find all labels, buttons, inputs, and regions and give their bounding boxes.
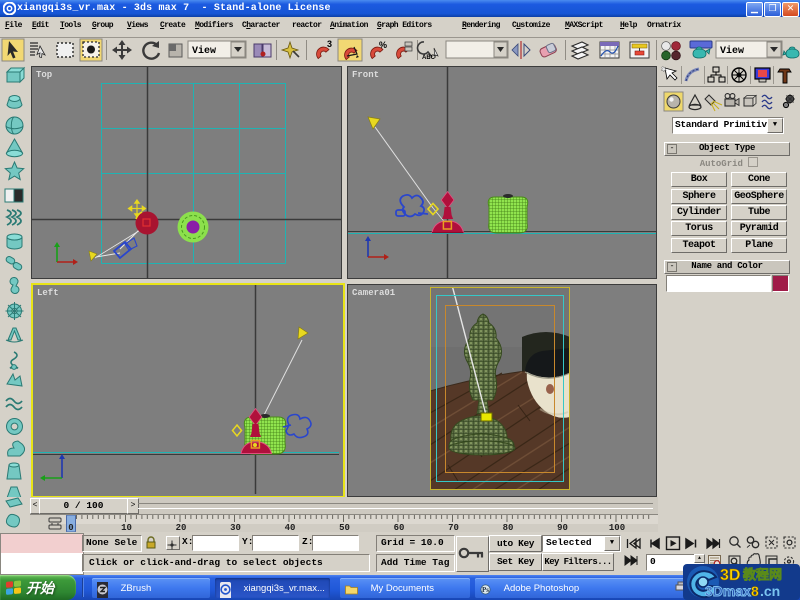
svg-text:8: 8 <box>751 583 759 599</box>
svg-text:Ps: Ps <box>482 586 489 594</box>
svg-text:Left: Left <box>37 288 59 298</box>
svg-text:.cn: .cn <box>760 583 780 599</box>
svg-text:View: View <box>720 45 744 57</box>
svg-text:View: View <box>192 45 216 57</box>
svg-text:Camera01: Camera01 <box>352 288 396 298</box>
svg-text:Front: Front <box>352 70 379 80</box>
svg-text:%: % <box>379 40 387 50</box>
svg-text:Top: Top <box>36 70 52 80</box>
svg-text:3: 3 <box>327 39 332 49</box>
svg-text:3D: 3D <box>720 567 740 584</box>
svg-text:教程网: 教程网 <box>742 567 782 582</box>
svg-text:3Dmax: 3Dmax <box>705 583 751 599</box>
svg-text:ABC: ABC <box>422 55 436 61</box>
